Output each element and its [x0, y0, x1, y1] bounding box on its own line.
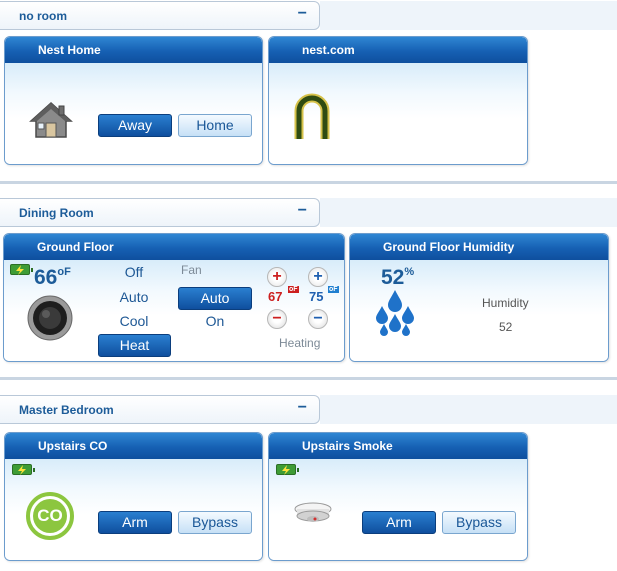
room-separator — [0, 181, 617, 184]
mode-heat-button[interactable]: Heat — [98, 334, 171, 357]
panel-upstairs-smoke: Upstairs Smoke Arm Bypass — [268, 432, 528, 561]
smoke-detector-icon — [294, 502, 332, 522]
heat-increase-button[interactable]: + — [267, 267, 287, 287]
room-title: Dining Room — [19, 206, 94, 220]
away-button[interactable]: Away — [98, 114, 172, 137]
panel-upstairs-co: Upstairs CO CO Arm Bypass — [4, 432, 263, 561]
water-drops-icon — [376, 290, 414, 336]
battery-icon — [276, 464, 299, 475]
room-strip-bg — [320, 1, 617, 30]
cool-increase-button[interactable]: + — [308, 267, 328, 287]
humidity-reading: 52 — [499, 320, 513, 334]
panel-body: Arm Bypass — [269, 459, 527, 560]
panel-title: Upstairs CO — [5, 433, 262, 459]
mode-off[interactable]: Off — [110, 264, 158, 280]
panel-nest-home: Nest Home Away Home — [4, 36, 263, 165]
room-separator — [0, 377, 617, 380]
bypass-button[interactable]: Bypass — [178, 511, 252, 534]
arm-button[interactable]: Arm — [362, 511, 436, 534]
room-header-master-bedroom[interactable]: Master Bedroom − — [0, 395, 320, 424]
nest-logo-icon — [294, 93, 330, 139]
collapse-button[interactable]: − — [298, 399, 307, 417]
panel-body: 52% Humidity 52 — [350, 260, 608, 361]
panel-body: CO Arm Bypass — [5, 459, 262, 560]
fan-label: Fan — [181, 263, 202, 277]
panel-body: 66oF Off Auto Cool Heat Fan Auto On + + … — [4, 260, 344, 361]
home-button[interactable]: Home — [178, 114, 252, 137]
hvac-status: Heating — [279, 336, 321, 350]
humidity-value: 52% — [381, 266, 415, 289]
panel-body — [269, 63, 527, 164]
cool-setpoint: 75 — [309, 289, 324, 304]
room-title: Master Bedroom — [19, 403, 114, 417]
humidity-label: Humidity — [482, 296, 529, 310]
house-icon — [29, 101, 73, 138]
panel-nest-com: nest.com — [268, 36, 528, 165]
collapse-button[interactable]: − — [298, 202, 307, 220]
battery-icon — [12, 464, 35, 475]
panel-humidity: Ground Floor Humidity 52% Humidity 52 — [349, 233, 609, 362]
mode-auto[interactable]: Auto — [110, 289, 158, 305]
battery-icon — [10, 264, 33, 275]
co-icon: CO — [26, 492, 74, 540]
mode-cool[interactable]: Cool — [110, 313, 158, 329]
nest-thermostat-icon — [27, 295, 73, 341]
fan-on[interactable]: On — [190, 313, 240, 329]
room-header-dining-room[interactable]: Dining Room − — [0, 198, 320, 227]
collapse-button[interactable]: − — [298, 5, 307, 23]
bypass-button[interactable]: Bypass — [442, 511, 516, 534]
fan-auto-button[interactable]: Auto — [178, 287, 252, 310]
heat-setpoint: 67 — [268, 289, 283, 304]
panel-thermostat: Ground Floor 66oF Off Auto Cool Heat Fan… — [3, 233, 345, 362]
panel-body: Away Home — [5, 63, 262, 164]
cool-unit-badge: oF — [328, 286, 339, 293]
arm-button[interactable]: Arm — [98, 511, 172, 534]
panel-title: Ground Floor — [4, 234, 344, 260]
cool-decrease-button[interactable]: − — [308, 309, 328, 329]
heat-decrease-button[interactable]: − — [267, 309, 287, 329]
room-strip-bg — [320, 198, 617, 227]
panel-title: Nest Home — [5, 37, 262, 63]
co-icon-text: CO — [33, 499, 67, 533]
room-strip-bg — [320, 395, 617, 424]
room-title: no room — [19, 9, 67, 23]
panel-title: Ground Floor Humidity — [350, 234, 608, 260]
current-temp: 66oF — [34, 266, 71, 289]
heat-unit-badge: oF — [288, 286, 299, 293]
panel-title: Upstairs Smoke — [269, 433, 527, 459]
room-header-no-room[interactable]: no room − — [0, 1, 320, 30]
panel-title: nest.com — [269, 37, 527, 63]
